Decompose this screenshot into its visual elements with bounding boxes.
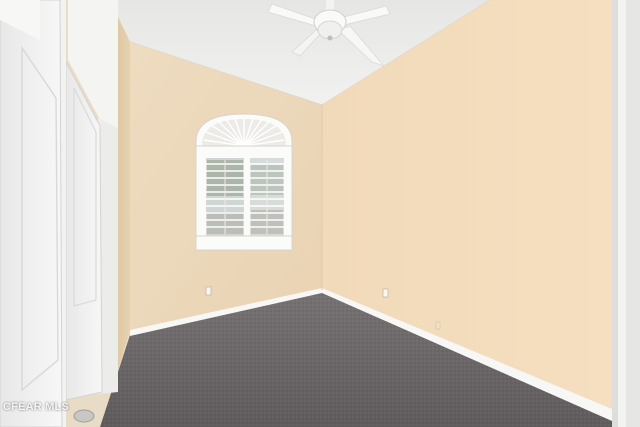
- room-photo: CFEAR MLS: [0, 0, 640, 427]
- door-jamb-right: [612, 0, 640, 427]
- outlet-right-wall: [382, 288, 389, 298]
- closet-doors: [0, 0, 118, 427]
- outlet-back-wall: [205, 286, 212, 296]
- arched-window: [195, 113, 293, 251]
- room-illustration: [0, 0, 640, 427]
- listing-watermark: CFEAR MLS: [3, 401, 69, 413]
